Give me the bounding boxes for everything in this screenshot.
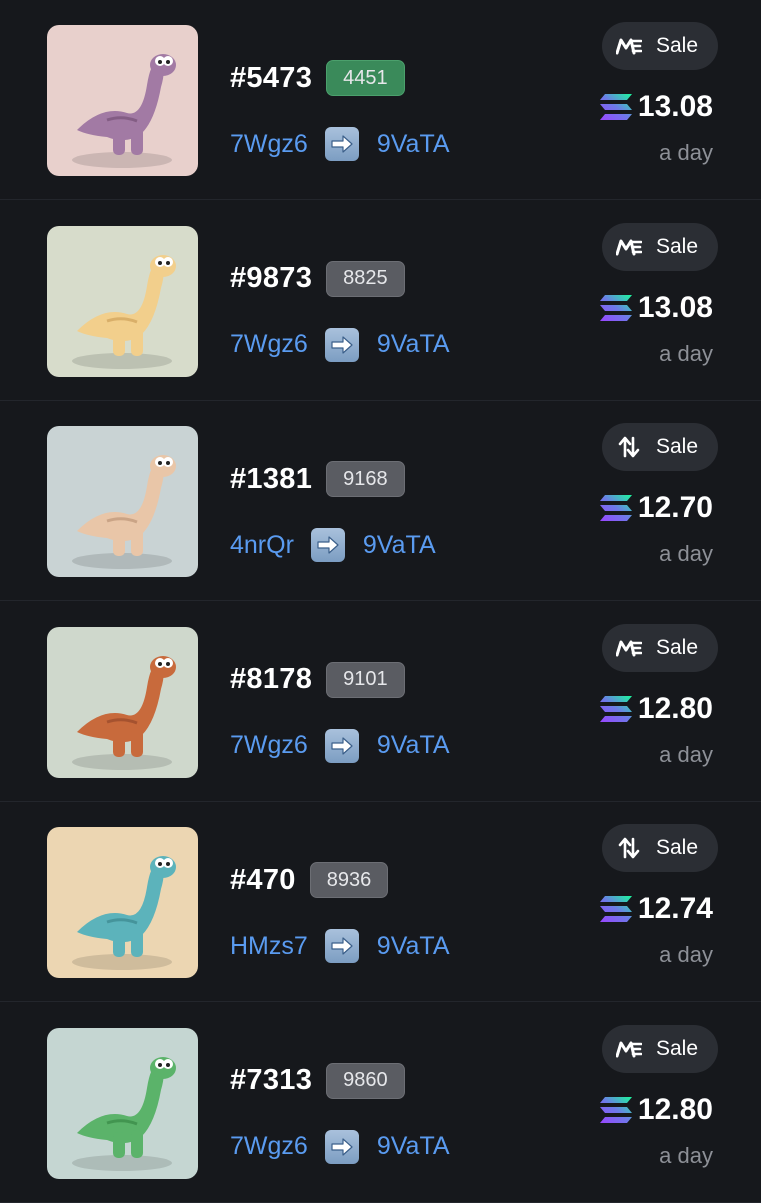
sale-price: 12.80: [637, 1092, 713, 1126]
right-arrow-icon: [324, 728, 359, 763]
nft-thumbnail[interactable]: [47, 225, 198, 377]
sale-type-pill[interactable]: Sale: [602, 22, 718, 70]
magic-eden-icon: [616, 637, 642, 659]
token-line: #1381 9168: [230, 453, 405, 505]
token-id[interactable]: #9873: [230, 262, 312, 295]
sale-row[interactable]: #8178 9101 7Wgz6 9VaTA Sale 12.80 a day: [0, 602, 761, 802]
nft-thumbnail[interactable]: [47, 426, 198, 577]
rarity-rank-badge: 8936: [309, 862, 389, 898]
rarity-rank-badge: 8825: [326, 260, 405, 297]
sales-feed: #5473 4451 7Wgz6 9VaTA Sale 13.08 a day: [0, 0, 761, 1203]
sale-type-pill[interactable]: Sale: [602, 222, 718, 271]
buyer-address[interactable]: 9VaTA: [363, 531, 436, 560]
seller-address[interactable]: 7Wgz6: [230, 1132, 308, 1161]
right-arrow-icon: [310, 528, 345, 562]
seller-address[interactable]: 7Wgz6: [230, 330, 308, 359]
token-line: #5473 4451: [230, 52, 405, 104]
nft-thumbnail[interactable]: [47, 25, 198, 176]
rarity-rank-badge: 9168: [326, 461, 405, 497]
price-line: 12.74: [599, 886, 713, 932]
nft-thumbnail[interactable]: [47, 827, 198, 978]
token-id[interactable]: #5473: [230, 62, 312, 95]
sale-time: a day: [659, 140, 713, 165]
sale-type-pill[interactable]: Sale: [602, 423, 718, 471]
exchange-arrows-icon: [616, 837, 642, 859]
sale-time: a day: [659, 942, 713, 967]
buyer-address[interactable]: 9VaTA: [377, 330, 450, 359]
solana-icon: [599, 93, 638, 121]
magic-eden-icon: [616, 236, 642, 258]
buyer-address[interactable]: 9VaTA: [377, 1132, 450, 1161]
price-line: 13.08: [599, 84, 713, 130]
token-line: #7313 9860: [230, 1055, 405, 1107]
sale-time: a day: [659, 541, 713, 566]
transfer-line: 7Wgz6 9VaTA: [230, 724, 450, 768]
transfer-line: 4nrQr 9VaTA: [230, 523, 436, 567]
solana-icon: [599, 1096, 638, 1124]
sale-price: 13.08: [637, 290, 713, 324]
nft-thumbnail[interactable]: [47, 1027, 198, 1179]
sale-row[interactable]: #1381 9168 4nrQr 9VaTA Sale 12.70 a day: [0, 401, 761, 601]
sale-price: 12.70: [637, 491, 713, 524]
sale-price: 13.08: [637, 90, 713, 123]
rarity-rank-badge: 9101: [326, 661, 405, 698]
sale-type-label: Sale: [656, 635, 699, 659]
right-arrow-icon: [324, 929, 359, 963]
token-line: #9873 8825: [230, 253, 405, 305]
seller-address[interactable]: 4nrQr: [230, 531, 294, 560]
sale-row[interactable]: #7313 9860 7Wgz6 9VaTA Sale 12.80 a day: [0, 1003, 761, 1203]
token-line: #470 8936: [230, 854, 389, 906]
buyer-address[interactable]: 9VaTA: [377, 130, 450, 159]
seller-address[interactable]: 7Wgz6: [230, 731, 308, 760]
transfer-line: 7Wgz6 9VaTA: [230, 122, 450, 166]
price-line: 12.70: [599, 485, 713, 531]
right-arrow-icon: [324, 327, 359, 362]
transfer-line: 7Wgz6 9VaTA: [230, 1125, 450, 1169]
sale-type-pill[interactable]: Sale: [602, 623, 718, 672]
solana-icon: [599, 695, 638, 723]
sale-price: 12.80: [637, 691, 713, 725]
exchange-arrows-icon: [616, 436, 642, 458]
sale-type-label: Sale: [656, 34, 699, 57]
seller-address[interactable]: HMzs7: [230, 932, 308, 961]
sale-type-label: Sale: [656, 1036, 699, 1060]
sale-type-pill[interactable]: Sale: [602, 1024, 718, 1073]
price-line: 12.80: [599, 686, 713, 732]
buyer-address[interactable]: 9VaTA: [377, 932, 450, 961]
right-arrow-icon: [324, 1129, 359, 1164]
token-line: #8178 9101: [230, 654, 405, 706]
sale-time: a day: [659, 741, 713, 767]
solana-icon: [599, 294, 638, 322]
rarity-rank-badge: 9860: [326, 1062, 405, 1099]
solana-icon: [599, 895, 638, 923]
sale-time: a day: [659, 340, 713, 366]
price-line: 12.80: [599, 1087, 713, 1133]
sale-type-pill[interactable]: Sale: [602, 824, 718, 872]
sale-type-label: Sale: [656, 836, 699, 859]
buyer-address[interactable]: 9VaTA: [377, 731, 450, 760]
token-id[interactable]: #1381: [230, 463, 312, 496]
transfer-line: HMzs7 9VaTA: [230, 924, 450, 968]
right-arrow-icon: [324, 127, 359, 161]
sale-time: a day: [659, 1142, 713, 1168]
solana-icon: [599, 494, 638, 522]
magic-eden-icon: [616, 35, 642, 57]
price-line: 13.08: [599, 285, 713, 331]
sale-type-label: Sale: [656, 435, 699, 458]
magic-eden-icon: [616, 1038, 642, 1060]
nft-thumbnail[interactable]: [47, 626, 198, 778]
token-id[interactable]: #7313: [230, 1064, 312, 1097]
token-id[interactable]: #470: [230, 864, 296, 897]
sale-row[interactable]: #470 8936 HMzs7 9VaTA Sale 12.74 a day: [0, 802, 761, 1002]
sale-type-label: Sale: [656, 234, 699, 258]
transfer-line: 7Wgz6 9VaTA: [230, 323, 450, 367]
sale-row[interactable]: #9873 8825 7Wgz6 9VaTA Sale 13.08 a day: [0, 201, 761, 401]
token-id[interactable]: #8178: [230, 663, 312, 696]
sale-row[interactable]: #5473 4451 7Wgz6 9VaTA Sale 13.08 a day: [0, 0, 761, 200]
sale-price: 12.74: [637, 892, 713, 925]
seller-address[interactable]: 7Wgz6: [230, 130, 308, 159]
rarity-rank-badge: 4451: [326, 60, 405, 96]
